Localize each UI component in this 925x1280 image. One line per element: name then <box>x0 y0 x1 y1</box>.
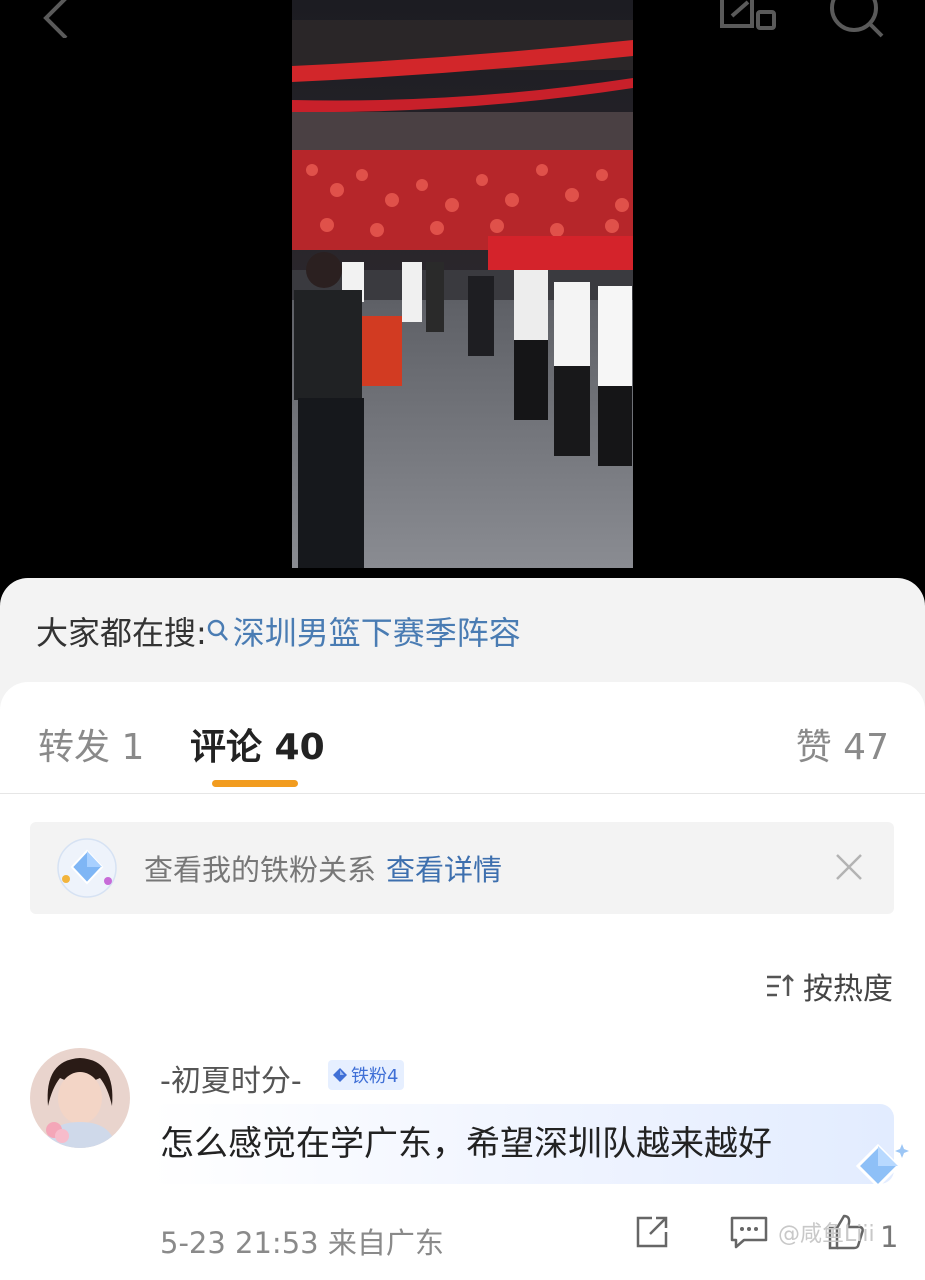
fan-level-text: 铁粉4 <box>351 1066 399 1087</box>
hot-search-query: 深圳男篮下赛季阵容 <box>232 614 521 652</box>
fan-relation-banner[interactable]: 查看我的铁粉关系 查看详情 <box>30 822 894 914</box>
tab-likes[interactable]: 赞 47 <box>796 718 889 770</box>
share-icon[interactable] <box>632 1212 672 1252</box>
sort-label: 按热度 <box>803 972 893 1007</box>
share-screen-icon[interactable] <box>716 0 780 40</box>
sort-icon <box>767 974 794 997</box>
search-icon <box>207 619 228 641</box>
tab-bar: 转发 1 评论 40 赞 47 <box>0 682 925 794</box>
diamond-decoration-icon <box>855 1143 909 1189</box>
comment-text[interactable]: 怎么感觉在学广东，希望深圳队越来越好 <box>160 1116 772 1165</box>
watermark-text: @咸鱼Liii <box>778 1222 875 1247</box>
avatar[interactable] <box>30 1048 130 1148</box>
comment-panel: 转发 1 评论 40 赞 47 查看我的铁粉关系 查看详情 按热度 -初夏时分-… <box>0 682 925 1280</box>
chevron-left-icon[interactable] <box>38 0 78 42</box>
hot-search-bar: 大家都在搜: 深圳男篮下赛季阵容 <box>36 608 521 654</box>
comment-username[interactable]: -初夏时分- <box>160 1056 302 1100</box>
close-icon[interactable] <box>834 852 864 882</box>
diamond-icon <box>333 1068 347 1082</box>
comment-icon[interactable] <box>728 1212 770 1252</box>
fan-level-badge: 铁粉4 <box>328 1060 405 1090</box>
sort-toggle[interactable]: 按热度 <box>765 964 893 1008</box>
video-player[interactable] <box>292 0 633 568</box>
comment-meta: 5-23 21:53 来自广东 <box>160 1226 444 1260</box>
hot-search-link[interactable]: 深圳男篮下赛季阵容 <box>207 608 521 654</box>
fan-relation-text: 查看我的铁粉关系 <box>144 853 377 887</box>
search-icon[interactable] <box>826 0 886 42</box>
fan-detail-link[interactable]: 查看详情 <box>386 847 502 889</box>
diamond-icon <box>57 838 117 898</box>
tab-comments[interactable]: 评论 40 <box>190 718 325 770</box>
video-area <box>0 0 925 580</box>
bottom-sheet: 大家都在搜: 深圳男篮下赛季阵容 转发 1 评论 40 赞 47 查看我的铁粉关… <box>0 578 925 1280</box>
hot-search-label: 大家都在搜: <box>36 614 207 652</box>
like-count: 1 <box>880 1220 899 1254</box>
tab-repost[interactable]: 转发 1 <box>38 718 144 770</box>
watermark: @咸鱼Liii <box>778 1216 875 1248</box>
active-tab-indicator <box>212 780 298 787</box>
